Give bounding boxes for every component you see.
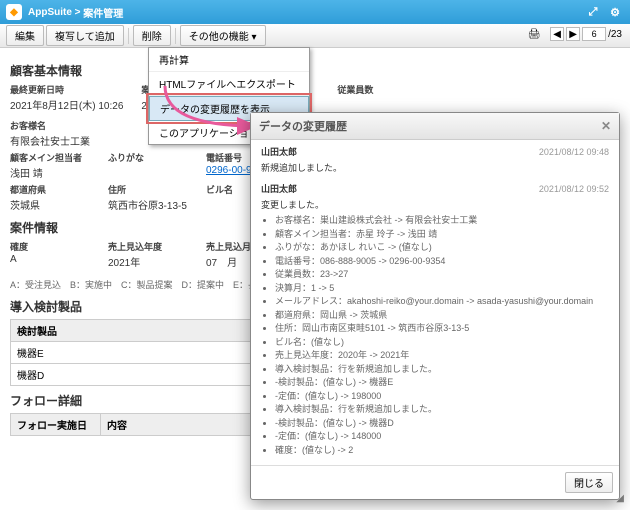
value: 2021年: [108, 253, 188, 270]
change-item: 導入検討製品：行を新規追加しました。: [275, 403, 609, 417]
change-item: 電話番号：086-888-9005 -> 0296-00-9354: [275, 255, 609, 269]
toolbar: 編集 複写して追加 削除 その他の機能 ▾ 🖨 ◀ ▶ /23 再計算 HTML…: [0, 24, 630, 48]
change-item: -定価：(値なし) -> 198000: [275, 390, 609, 404]
label: 都道府県: [10, 183, 90, 196]
change-item: 導入検討製品：行を新規追加しました。: [275, 363, 609, 377]
change-item: 都道府県：岡山県 -> 茨城県: [275, 309, 609, 323]
close-icon[interactable]: ✕: [601, 119, 611, 133]
print-icon[interactable]: 🖨: [528, 29, 541, 40]
page-input[interactable]: [582, 27, 606, 41]
change-item: -定価：(値なし) -> 148000: [275, 430, 609, 444]
separator: [175, 28, 176, 44]
change-item: メールアドレス：akahoshi-reiko@your.domain -> as…: [275, 295, 609, 309]
next-button[interactable]: ▶: [566, 27, 580, 41]
app-logo-icon: ◆: [6, 4, 22, 20]
separator: [128, 28, 129, 44]
edit-button[interactable]: 編集: [6, 25, 44, 46]
entry-user: 山田太郎: [261, 183, 297, 197]
value: A: [10, 253, 90, 266]
value: 2021年8月12日(木) 10:26: [10, 96, 123, 113]
entry-user: 山田太郎: [261, 146, 297, 160]
change-item: 決算月：1 -> 5: [275, 282, 609, 296]
prev-button[interactable]: ◀: [550, 27, 564, 41]
delete-button[interactable]: 削除: [133, 25, 171, 46]
label: お客様名: [10, 119, 90, 132]
change-item: ふりがな：あかほし れいこ -> (値なし): [275, 241, 609, 255]
entry-changes: お客様名：巣山建設株式会社 -> 有限会社安士工業顧客メイン担当者：赤星 玲子 …: [275, 214, 609, 457]
close-button[interactable]: 閉じる: [565, 472, 613, 493]
label: 確度: [10, 240, 90, 253]
value: 有限会社安士工業: [10, 132, 90, 149]
label: 売上見込年度: [108, 240, 188, 253]
entry-time: 2021/08/12 09:52: [539, 183, 609, 197]
app-title: AppSuite: [28, 7, 72, 18]
duplicate-button[interactable]: 複写して追加: [46, 25, 124, 46]
section-customer: 顧客基本情報: [10, 62, 620, 79]
page-title: 案件管理: [83, 5, 123, 20]
dialog-footer: 閉じる: [251, 465, 619, 499]
change-item: 従業員数：23->27: [275, 268, 609, 282]
label: 従業員数: [337, 83, 417, 96]
value: 浅田 靖: [10, 164, 90, 181]
change-item: 確度：(値なし) -> 2: [275, 444, 609, 458]
entry-message: 新規追加しました。: [261, 162, 609, 176]
col-date: フォロー実施日: [11, 414, 101, 436]
label: 住所: [108, 183, 188, 196]
other-functions-button[interactable]: その他の機能 ▾: [180, 25, 266, 46]
expand-icon[interactable]: ⤢: [584, 3, 602, 21]
pager: 🖨 ◀ ▶ /23: [528, 27, 622, 41]
entry-message: 変更しました。: [261, 199, 609, 213]
entry-time: 2021/08/12 09:48: [539, 146, 609, 160]
label: ふりがな: [108, 151, 188, 164]
change-item: ビル名：(値なし): [275, 336, 609, 350]
label: 最終更新日時: [10, 83, 123, 96]
change-item: 売上見込年度：2020年 -> 2021年: [275, 349, 609, 363]
gear-icon[interactable]: ⚙: [606, 3, 624, 21]
change-item: -検討製品：(値なし) -> 機器D: [275, 417, 609, 431]
history-dialog: データの変更履歴 ✕ 山田太郎 2021/08/12 09:48 新規追加しました。…: [250, 112, 620, 500]
dialog-header: データの変更履歴 ✕: [251, 113, 619, 140]
breadcrumb-sep: >: [72, 7, 83, 18]
history-entry: 山田太郎 2021/08/12 09:48 新規追加しました。: [261, 146, 609, 175]
label: 顧客メイン担当者: [10, 151, 90, 164]
menu-export-html[interactable]: HTMLファイルへエクスポート: [149, 72, 309, 96]
page-total: /23: [608, 29, 622, 40]
app-header: ◆ AppSuite > 案件管理 ⤢ ⚙: [0, 0, 630, 24]
menu-recalc[interactable]: 再計算: [149, 48, 309, 72]
value: 茨城県: [10, 196, 90, 213]
change-item: -検討製品：(値なし) -> 機器E: [275, 376, 609, 390]
history-entry: 山田太郎 2021/08/12 09:52 変更しました。お客様名：巣山建設株式会社…: [261, 183, 609, 457]
change-item: 顧客メイン担当者：赤星 玲子 -> 浅田 靖: [275, 228, 609, 242]
dialog-title: データの変更履歴: [259, 118, 347, 134]
change-item: 住所：岡山市南区東畦5101 -> 筑西市谷原3-13-5: [275, 322, 609, 336]
value: 筑西市谷原3-13-5: [108, 196, 188, 213]
change-item: お客様名：巣山建設株式会社 -> 有限会社安士工業: [275, 214, 609, 228]
dialog-body: 山田太郎 2021/08/12 09:48 新規追加しました。山田太郎 2021/08…: [251, 140, 619, 465]
